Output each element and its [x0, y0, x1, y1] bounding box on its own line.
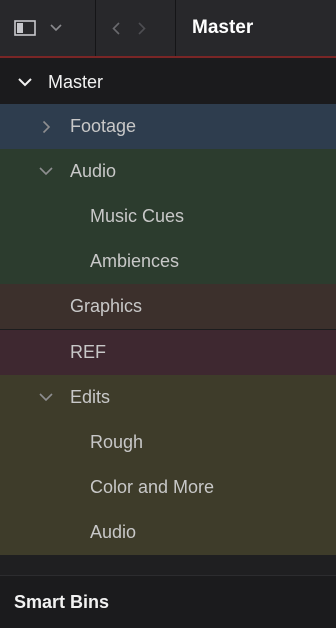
smart-bins-label: Smart Bins	[14, 591, 110, 612]
tree-root-label: Master	[48, 71, 104, 92]
bin-item-graphics[interactable]: Graphics	[0, 284, 336, 329]
bin-item-color-and-more[interactable]: Color and More	[0, 465, 336, 510]
bin-tree-empty-space	[0, 555, 336, 575]
bin-label: Footage	[70, 116, 137, 136]
bin-label: Audio	[90, 522, 137, 542]
chevron-right-icon[interactable]	[138, 21, 146, 35]
bin-item-ref[interactable]: REF	[0, 330, 336, 375]
smart-bins-header[interactable]: Smart Bins	[0, 575, 336, 628]
chevron-left-icon[interactable]	[112, 21, 120, 35]
chevron-right-icon[interactable]	[38, 120, 54, 134]
bin-label: Rough	[90, 432, 144, 452]
current-bin-title: Master	[192, 17, 254, 38]
bin-item-edits[interactable]: Edits	[0, 375, 336, 420]
chevron-down-icon[interactable]	[38, 393, 54, 402]
bin-label: REF	[70, 342, 106, 362]
bin-label: Audio	[70, 161, 117, 181]
bin-item-ambiences[interactable]: Ambiences	[0, 239, 336, 284]
bin-label: Edits	[70, 387, 111, 407]
chevron-down-icon[interactable]	[38, 167, 54, 176]
chevron-down-icon[interactable]	[50, 24, 62, 32]
bin-toolbar: Master	[0, 0, 336, 58]
chevron-down-icon[interactable]	[14, 77, 36, 87]
bin-label: Music Cues	[90, 206, 185, 226]
bin-item-music-cues[interactable]: Music Cues	[0, 194, 336, 239]
sidebar-panel-icon[interactable]	[14, 20, 36, 36]
bin-label: Color and More	[90, 477, 215, 497]
navigation-group	[96, 0, 176, 56]
bin-label: Ambiences	[90, 251, 180, 271]
bin-item-footage[interactable]: Footage	[0, 104, 336, 149]
bin-item-rough[interactable]: Rough	[0, 420, 336, 465]
tree-root-master[interactable]: Master	[0, 60, 336, 104]
view-toggle-group	[0, 0, 96, 56]
bin-item-audio[interactable]: Audio	[0, 510, 336, 555]
bin-label: Graphics	[70, 296, 143, 316]
bin-item-audio[interactable]: Audio	[0, 149, 336, 194]
